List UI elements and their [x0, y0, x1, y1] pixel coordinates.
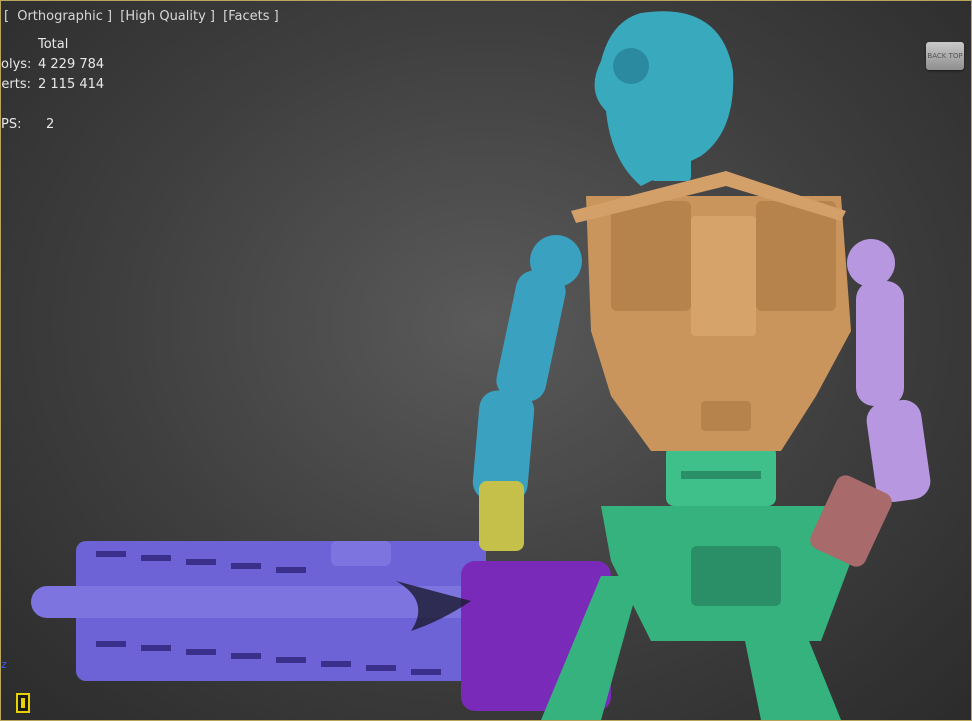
- viewport-projection-menu[interactable]: Orthographic ]: [17, 9, 112, 24]
- polys-value: 4 229 784: [38, 57, 105, 72]
- torso-model: [571, 171, 851, 451]
- left-arm-model: [472, 235, 582, 551]
- viewcube-icon[interactable]: BACK TOP: [926, 42, 964, 70]
- viewport-quality-menu[interactable]: [High Quality ]: [120, 9, 215, 24]
- polys-label: olys:: [1, 57, 32, 72]
- axis-z-label: z: [1, 658, 7, 671]
- verts-label: erts:: [1, 77, 31, 92]
- viewcube-label: BACK TOP: [927, 52, 963, 60]
- fps-label: PS:: [1, 117, 22, 132]
- 3d-viewport[interactable]: [ Orthographic ] [High Quality ] [Facets…: [0, 0, 972, 721]
- gun-model: [31, 541, 611, 711]
- verts-value: 2 115 414: [38, 77, 105, 92]
- viewport-scene: [31, 11, 931, 720]
- head-model: [594, 11, 734, 187]
- stats-header: Total: [38, 37, 69, 52]
- viewport-status-icon[interactable]: [16, 693, 30, 713]
- fps-value: 2: [46, 117, 55, 132]
- viewport-label: [ Orthographic ] [High Quality ] [Facets…: [4, 9, 283, 24]
- viewport-menu-bracket[interactable]: [: [4, 9, 9, 24]
- viewport-shading-menu[interactable]: [Facets ]: [223, 9, 279, 24]
